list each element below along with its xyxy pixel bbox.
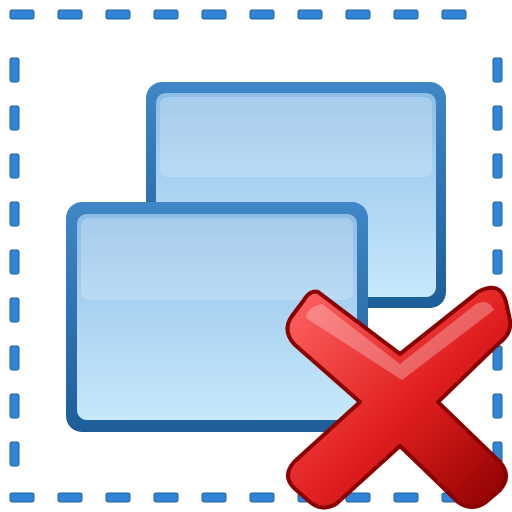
frame-dash	[492, 57, 503, 83]
frame-dash	[9, 105, 20, 131]
frame-dash	[201, 492, 227, 503]
frame-dash	[492, 105, 503, 131]
frame-dash	[9, 492, 35, 503]
frame-dash	[57, 9, 83, 20]
frame-dash	[297, 9, 323, 20]
frame-dash	[9, 297, 20, 323]
frame-dash	[153, 492, 179, 503]
frame-dash	[345, 9, 371, 20]
frame-dash	[57, 492, 83, 503]
frame-dash	[393, 492, 419, 503]
frame-dash	[9, 201, 20, 227]
frame-dash	[249, 9, 275, 20]
frame-dash	[153, 9, 179, 20]
frame-dash	[201, 9, 227, 20]
frame-dash	[9, 393, 20, 419]
frame-dash	[9, 153, 20, 179]
frame-dash	[492, 153, 503, 179]
remove-selection-icon-canvas	[0, 0, 512, 512]
frame-dash	[9, 9, 35, 20]
frame-dash	[9, 57, 20, 83]
frame-dash	[105, 492, 131, 503]
frame-dash	[441, 9, 467, 20]
frame-dash	[492, 249, 503, 275]
remove-selected-windows-icon	[9, 9, 512, 510]
frame-dash	[9, 441, 20, 467]
frame-dash	[492, 201, 503, 227]
frame-dash	[9, 345, 20, 371]
frame-dash	[492, 393, 503, 419]
frame-dash	[249, 492, 275, 503]
frame-dash	[105, 9, 131, 20]
frame-dash	[393, 9, 419, 20]
frame-dash	[9, 249, 20, 275]
